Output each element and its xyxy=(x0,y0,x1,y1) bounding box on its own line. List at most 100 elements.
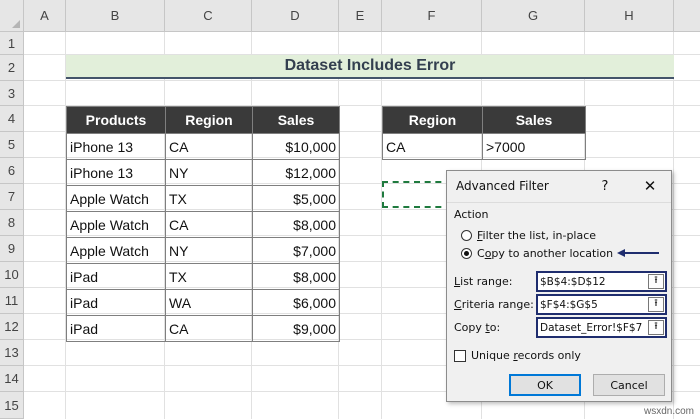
cell-product[interactable]: Apple Watch xyxy=(66,211,166,238)
cell-sales[interactable]: $7,000 xyxy=(252,237,340,264)
close-icon[interactable]: ✕ xyxy=(639,175,661,197)
col-header-b[interactable]: B xyxy=(66,0,165,32)
col-header-f[interactable]: F xyxy=(382,0,482,32)
criteria-range-label: Criteria range: xyxy=(454,298,534,311)
copy-to-location-label: Copy to another location xyxy=(477,247,614,260)
advanced-filter-dialog: Advanced Filter ? ✕ Action Filter the li… xyxy=(446,170,672,402)
row-header-1[interactable]: 1 xyxy=(0,32,24,55)
cell-sales[interactable]: $5,000 xyxy=(252,185,340,212)
checkbox-unchecked-icon xyxy=(454,349,466,362)
header-products[interactable]: Products xyxy=(66,106,166,134)
gridline xyxy=(381,32,382,419)
cell-sales[interactable]: $6,000 xyxy=(252,289,340,316)
table-row: iPhone 13 NY $12,000 xyxy=(66,159,340,186)
row-header-11[interactable]: 11 xyxy=(0,288,24,314)
sheet-title[interactable]: Dataset Includes Error xyxy=(66,55,674,79)
action-label: Action xyxy=(454,208,489,221)
list-range-input[interactable] xyxy=(538,275,648,288)
cell-product[interactable]: Apple Watch xyxy=(66,237,166,264)
row-header-5[interactable]: 5 xyxy=(0,132,24,158)
copy-to-input[interactable] xyxy=(538,321,648,334)
copy-to-location-radio[interactable]: Copy to another location xyxy=(461,247,613,260)
row-header-8[interactable]: 8 xyxy=(0,210,24,236)
cell-product[interactable]: iPhone 13 xyxy=(66,159,166,186)
ok-button[interactable]: OK xyxy=(509,374,581,396)
cell-region[interactable]: NY xyxy=(165,237,253,264)
cancel-button[interactable]: Cancel xyxy=(593,374,665,396)
filter-in-place-radio[interactable]: Filter the list, in-place xyxy=(461,229,596,242)
cell-region[interactable]: CA xyxy=(165,315,253,342)
list-range-label: List range: xyxy=(454,275,513,288)
dialog-title: Advanced Filter xyxy=(456,179,549,193)
col-header-next[interactable] xyxy=(674,0,700,32)
cell-product[interactable]: iPad xyxy=(66,315,166,342)
cell-sales[interactable]: $10,000 xyxy=(252,133,340,160)
row-header-13[interactable]: 13 xyxy=(0,340,24,366)
table-row: iPad TX $8,000 xyxy=(66,263,340,290)
dialog-divider xyxy=(447,202,671,203)
table-header-row: Products Region Sales xyxy=(66,106,340,134)
help-button[interactable]: ? xyxy=(595,175,615,197)
criteria-header-sales[interactable]: Sales xyxy=(482,106,586,134)
col-header-e[interactable]: E xyxy=(339,0,382,32)
criteria-region-value[interactable]: CA xyxy=(382,133,483,160)
collapse-dialog-icon[interactable]: ⭱ xyxy=(648,297,664,312)
col-header-h[interactable]: H xyxy=(585,0,674,32)
unique-records-checkbox[interactable]: Unique records only xyxy=(454,349,581,362)
row-header-6[interactable]: 6 xyxy=(0,158,24,184)
pointer-arrow-icon xyxy=(617,249,659,257)
table-row: iPad CA $9,000 xyxy=(66,315,340,342)
copy-to-label: Copy to: xyxy=(454,321,501,334)
table-row: Apple Watch NY $7,000 xyxy=(66,237,340,264)
collapse-dialog-icon[interactable]: ⭱ xyxy=(648,320,664,335)
criteria-range-input[interactable] xyxy=(538,298,648,311)
cell-region[interactable]: TX xyxy=(165,185,253,212)
row-header-10[interactable]: 10 xyxy=(0,262,24,288)
cell-sales[interactable]: $9,000 xyxy=(252,315,340,342)
select-all-corner[interactable] xyxy=(0,0,24,32)
cell-region[interactable]: TX xyxy=(165,263,253,290)
table-row: iPad WA $6,000 xyxy=(66,289,340,316)
cell-region[interactable]: CA xyxy=(165,211,253,238)
row-header-9[interactable]: 9 xyxy=(0,236,24,262)
cell-product[interactable]: Apple Watch xyxy=(66,185,166,212)
radio-checked-icon xyxy=(461,248,472,259)
cell-product[interactable]: iPad xyxy=(66,263,166,290)
table-row: Apple Watch TX $5,000 xyxy=(66,185,340,212)
col-header-g[interactable]: G xyxy=(482,0,585,32)
table-row: iPhone 13 CA $10,000 xyxy=(66,133,340,160)
filter-in-place-label: Filter the list, in-place xyxy=(477,229,597,242)
row-header-3[interactable]: 3 xyxy=(0,81,24,106)
cell-sales[interactable]: $12,000 xyxy=(252,159,340,186)
row-header-14[interactable]: 14 xyxy=(0,366,24,392)
cell-region[interactable]: NY xyxy=(165,159,253,186)
list-range-field: ⭱ xyxy=(536,271,667,292)
row-header-15[interactable]: 15 xyxy=(0,392,24,419)
col-header-c[interactable]: C xyxy=(165,0,252,32)
cell-region[interactable]: CA xyxy=(165,133,253,160)
criteria-sales-value[interactable]: >7000 xyxy=(482,133,586,160)
cell-sales[interactable]: $8,000 xyxy=(252,211,340,238)
header-sales[interactable]: Sales xyxy=(252,106,340,134)
cell-product[interactable]: iPad xyxy=(66,289,166,316)
row-header-2[interactable]: 2 xyxy=(0,55,24,81)
col-header-a[interactable]: A xyxy=(24,0,66,32)
cell-product[interactable]: iPhone 13 xyxy=(66,133,166,160)
gridline xyxy=(673,32,674,419)
unique-records-label: Unique records only xyxy=(471,349,581,362)
collapse-dialog-icon[interactable]: ⭱ xyxy=(648,274,664,289)
row-header-12[interactable]: 12 xyxy=(0,314,24,340)
criteria-row: CA >7000 xyxy=(382,133,586,160)
dataset-table: Products Region Sales iPhone 13 CA $10,0… xyxy=(66,106,340,342)
gridline xyxy=(24,80,700,81)
cell-sales[interactable]: $8,000 xyxy=(252,263,340,290)
header-region[interactable]: Region xyxy=(165,106,253,134)
cell-region[interactable]: WA xyxy=(165,289,253,316)
table-row: Apple Watch CA $8,000 xyxy=(66,211,340,238)
row-header-7[interactable]: 7 xyxy=(0,184,24,210)
copy-to-field: ⭱ xyxy=(536,317,667,338)
criteria-header-region[interactable]: Region xyxy=(382,106,483,134)
row-header-4[interactable]: 4 xyxy=(0,106,24,132)
col-header-d[interactable]: D xyxy=(252,0,339,32)
watermark: wsxdn.com xyxy=(643,406,694,417)
